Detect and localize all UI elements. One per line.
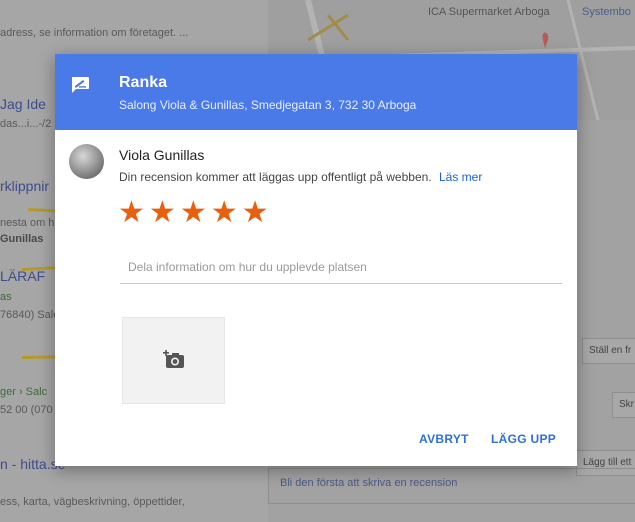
cancel-button[interactable]: AVBRYT — [419, 432, 469, 446]
review-edit-icon — [72, 77, 89, 93]
result-snippet: nesta om h — [0, 217, 55, 229]
star-2[interactable]: ★ — [149, 196, 176, 230]
dialog-title: Ranka — [119, 74, 168, 91]
result-snippet: adress, se information om företaget. ... — [0, 27, 189, 39]
review-text-field[interactable] — [120, 250, 562, 284]
write-review-button[interactable]: Skr — [612, 392, 635, 418]
star-1[interactable]: ★ — [118, 196, 145, 230]
learn-more-link[interactable]: Läs mer — [439, 170, 482, 184]
user-name: Viola Gunillas — [119, 147, 205, 163]
ask-question-button[interactable]: Ställ en fr — [582, 338, 635, 364]
dialog-header: Ranka Salong Viola & Gunillas, Smedjegat… — [55, 54, 577, 130]
add-photo-button[interactable] — [122, 317, 225, 404]
result-title[interactable]: rklippnir — [0, 178, 49, 194]
public-notice-text: Din recension kommer att läggas upp offe… — [119, 170, 432, 184]
review-dialog: Ranka Salong Viola & Gunillas, Smedjegat… — [55, 54, 577, 466]
avatar — [69, 144, 104, 179]
map-place-label: ICA Supermarket Arboga — [428, 6, 550, 18]
result-title[interactable]: Jag Ide — [0, 96, 46, 112]
star-rating: ★ ★ ★ ★ ★ — [118, 196, 269, 230]
review-prompt[interactable]: Bli den första att skriva en recension — [280, 477, 457, 489]
result-snippet: 52 00 (070 — [0, 404, 53, 416]
add-photo-icon — [163, 350, 184, 368]
map-place-label-2: Systembo — [582, 6, 631, 18]
result-breadcrumb: as — [0, 291, 12, 303]
star-3[interactable]: ★ — [180, 196, 207, 230]
result-snippet: das...i...-/2 — [0, 118, 52, 130]
result-snippet-bold: Gunillas — [0, 233, 44, 245]
star-5[interactable]: ★ — [242, 196, 269, 230]
result-breadcrumb: ger › Salc — [0, 386, 48, 398]
post-button[interactable]: LÄGG UPP — [491, 432, 556, 446]
result-snippet: ess, karta, vägbeskrivning, öppettider, — [0, 496, 185, 508]
star-4[interactable]: ★ — [211, 196, 238, 230]
public-notice: Din recension kommer att läggas upp offe… — [119, 170, 482, 184]
result-snippet: 76840) Salo — [0, 309, 60, 321]
business-address: Salong Viola & Gunillas, Smedjegatan 3, … — [119, 98, 417, 112]
